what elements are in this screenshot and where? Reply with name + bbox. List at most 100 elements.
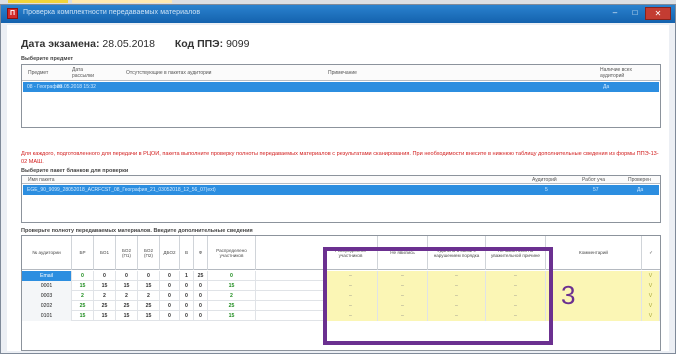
cell-dbo2: 0 bbox=[160, 271, 180, 281]
subject-grid-header: Предмет Дата рассылки Отсутствующие в па… bbox=[22, 65, 660, 81]
package-grid[interactable]: Имя пакета Аудиторий Работ уча Проверен … bbox=[21, 175, 661, 223]
cell-br: 25 bbox=[72, 301, 94, 311]
col-missing-rooms: Отсутствующие в пакетах аудитории bbox=[126, 70, 212, 76]
exam-date-label: Дата экзамена: bbox=[21, 38, 100, 50]
col-f: Ф bbox=[194, 236, 208, 270]
col-note: Примечание bbox=[328, 70, 357, 76]
col-bo2-p2: БО2 (П2) bbox=[138, 236, 160, 270]
cell-f: 0 bbox=[194, 281, 208, 291]
minimize-button[interactable]: – bbox=[605, 7, 625, 20]
col-check: ✓ bbox=[649, 250, 653, 256]
cell-check[interactable]: V bbox=[642, 301, 660, 311]
col-bo1: БО1 bbox=[94, 236, 116, 270]
cell-f: 0 bbox=[194, 301, 208, 311]
cell-br: 0 bbox=[72, 271, 94, 281]
cell-bo2-p1: 15 bbox=[116, 281, 138, 291]
cell-v: 0 bbox=[180, 281, 194, 291]
cell-distributed: 15 bbox=[208, 281, 256, 291]
cell-bo2-p2: 15 bbox=[138, 281, 160, 291]
cell-dbo2: 0 bbox=[160, 301, 180, 311]
col-package-rooms: Аудиторий bbox=[532, 177, 557, 183]
subject-all-rooms: Да bbox=[603, 84, 610, 90]
col-send-date: Дата рассылки bbox=[72, 67, 95, 79]
cell-v: 1 bbox=[180, 271, 194, 281]
cell-bo2-p2: 25 bbox=[138, 301, 160, 311]
cell-bo1: 15 bbox=[94, 311, 116, 321]
cell-dbo2: 0 bbox=[160, 291, 180, 301]
cell-distributed: 25 bbox=[208, 301, 256, 311]
app-icon: П bbox=[7, 8, 18, 19]
package-section-title: Выберите пакет бланков для проверки bbox=[21, 168, 129, 174]
cell-distributed: 2 bbox=[208, 291, 256, 301]
subject-section-title: Выберите предмет bbox=[21, 56, 74, 62]
cell-bo2-p1: 25 bbox=[116, 301, 138, 311]
col-comment: Комментарий bbox=[546, 236, 642, 270]
check-section-title: Проверьте полноту передаваемых материало… bbox=[21, 228, 253, 234]
col-subject: Предмет bbox=[28, 70, 49, 76]
subject-grid[interactable]: Предмет Дата рассылки Отсутствующие в па… bbox=[21, 64, 661, 128]
cell-distributed: 15 bbox=[208, 311, 256, 321]
cell-bo2-p2: 0 bbox=[138, 271, 160, 281]
cell-check[interactable]: V bbox=[642, 271, 660, 281]
cell-v: 0 bbox=[180, 301, 194, 311]
col-package-name: Имя пакета bbox=[28, 177, 55, 183]
cell-bo1: 25 bbox=[94, 301, 116, 311]
col-distributed: Распределено участников bbox=[208, 236, 256, 270]
cell-comment[interactable] bbox=[546, 311, 642, 321]
ppe-code-label: Код ППЭ: bbox=[174, 38, 224, 50]
cell-check[interactable]: V bbox=[642, 291, 660, 301]
package-works: 57 bbox=[593, 187, 599, 193]
package-row-selected[interactable]: EGE_90_9099_28052018_ACRFCST_08_Географи… bbox=[23, 185, 659, 195]
cell-room: 0101 bbox=[22, 311, 72, 321]
window-title: Проверка комплектности передаваемых мате… bbox=[23, 9, 201, 16]
package-name: EGE_90_9099_28052018_ACRFCST_08_Географи… bbox=[27, 187, 216, 193]
cell-dbo2: 0 bbox=[160, 281, 180, 291]
cell-dbo2: 0 bbox=[160, 311, 180, 321]
annotation-highlight-box bbox=[323, 247, 553, 345]
annotation-number: 3 bbox=[561, 280, 576, 310]
col-v: В bbox=[180, 236, 194, 270]
subject-date: 03.05.2018 15:32 bbox=[57, 84, 96, 90]
check-window: П Проверка комплектности передаваемых ма… bbox=[0, 4, 676, 354]
cell-check[interactable]: V bbox=[642, 311, 660, 321]
cell-bo1: 15 bbox=[94, 281, 116, 291]
cell-bo2-p1: 2 bbox=[116, 291, 138, 301]
subject-row-selected[interactable]: 08 - География 03.05.2018 15:32 Да bbox=[23, 82, 659, 92]
cell-room: 0202 bbox=[22, 301, 72, 311]
cell-bo1: 0 bbox=[94, 271, 116, 281]
cell-bo2-p1: 15 bbox=[116, 311, 138, 321]
exam-info: Дата экзамена: 28.05.2018 Код ППЭ: 9099 bbox=[21, 38, 249, 50]
cell-f: 0 bbox=[194, 311, 208, 321]
background-highlight bbox=[8, 0, 68, 3]
package-checked: Да bbox=[637, 187, 644, 193]
package-grid-header: Имя пакета Аудиторий Работ уча Проверен bbox=[22, 176, 660, 184]
col-bo2-p1: БО2 (П1) bbox=[116, 236, 138, 270]
background-highlight bbox=[72, 0, 172, 3]
ppe-code-value: 9099 bbox=[226, 38, 250, 50]
cell-room: 0001 bbox=[22, 281, 72, 291]
cell-v: 0 bbox=[180, 291, 194, 301]
title-bar[interactable]: П Проверка комплектности передаваемых ма… bbox=[1, 5, 675, 23]
cell-v: 0 bbox=[180, 311, 194, 321]
window-content: Дата экзамена: 28.05.2018 Код ППЭ: 9099 … bbox=[7, 25, 669, 351]
maximize-button[interactable]: □ bbox=[625, 7, 645, 20]
cell-room: 0003 bbox=[22, 291, 72, 301]
exam-date-value: 28.05.2018 bbox=[102, 38, 155, 50]
cell-distributed: 0 bbox=[208, 271, 256, 281]
cell-bo2-p2: 2 bbox=[138, 291, 160, 301]
col-dbo2: ДБО2 bbox=[160, 236, 180, 270]
package-rooms: 5 bbox=[545, 187, 548, 193]
close-button[interactable]: ✕ bbox=[645, 7, 671, 20]
cell-check[interactable]: V bbox=[642, 281, 660, 291]
col-package-checked: Проверен bbox=[628, 177, 651, 183]
cell-br: 15 bbox=[72, 281, 94, 291]
cell-room: Email bbox=[22, 271, 72, 281]
cell-bo2-p2: 15 bbox=[138, 311, 160, 321]
col-all-rooms: Наличие всех аудиторий bbox=[600, 67, 632, 79]
warning-text: Для каждого, подготовленного для передач… bbox=[21, 151, 659, 165]
cell-f: 0 bbox=[194, 291, 208, 301]
cell-br: 2 bbox=[72, 291, 94, 301]
cell-f: 25 bbox=[194, 271, 208, 281]
col-room: № аудитории bbox=[22, 236, 72, 270]
cell-bo1: 2 bbox=[94, 291, 116, 301]
